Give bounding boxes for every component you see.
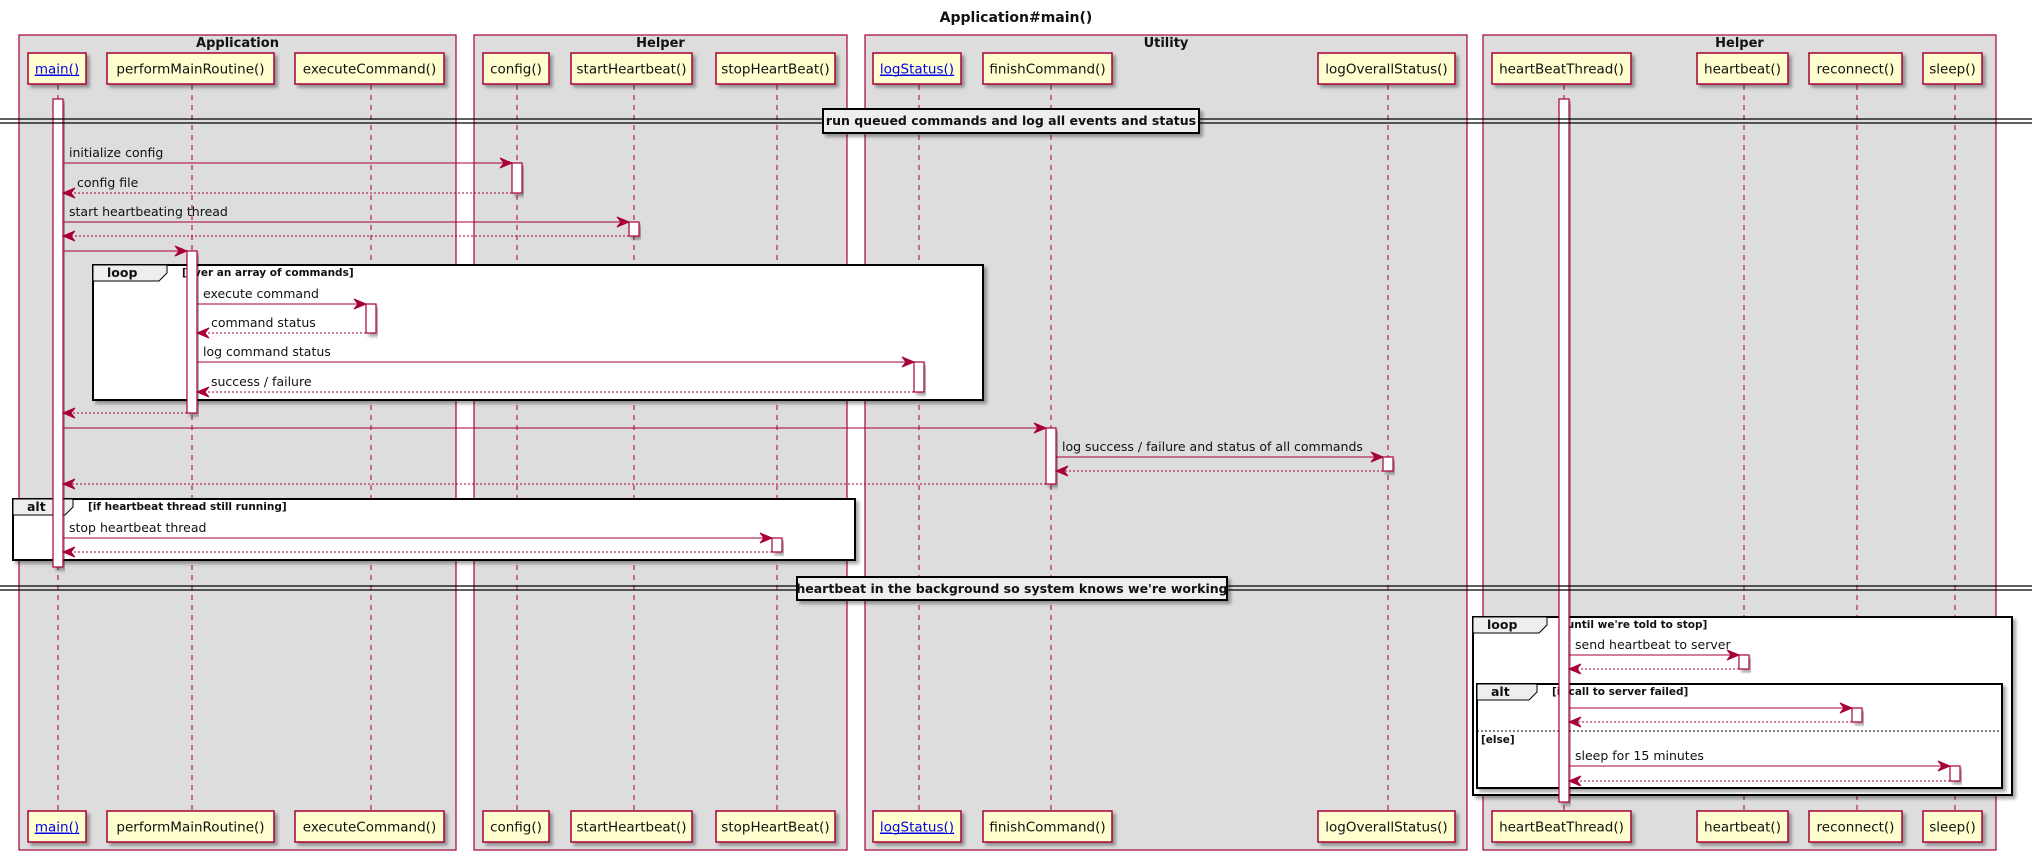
participant-stopHb-bottom: stopHeartBeat() (715, 810, 836, 843)
divider-label: run queued commands and log all events a… (826, 113, 1196, 128)
frame-condition: [over an array of commands] (182, 267, 354, 279)
participant-label: executeCommand() (303, 820, 436, 836)
group-box-helper (473, 34, 848, 851)
participant-main-top[interactable]: main() (27, 52, 87, 85)
participant-label: performMainRoutine() (116, 820, 264, 836)
group-title: Application (196, 36, 279, 51)
participant-main-bottom[interactable]: main() (27, 810, 87, 843)
participant-label: heartBeatThread() (1499, 62, 1624, 78)
frame-condition: [until we're told to stop] (1562, 619, 1707, 631)
group-title: Helper (1715, 36, 1764, 51)
participant-label: sleep() (1929, 62, 1976, 78)
message-label: success / failure (211, 374, 312, 389)
sequence-diagram: Application#main() Application Helper Util… (0, 10, 2032, 851)
participant-pmr-top: performMainRoutine() (106, 52, 275, 85)
activation-bar-config (511, 162, 523, 194)
participant-finish-bottom: finishCommand() (982, 810, 1113, 843)
participant-stopHb-top: stopHeartBeat() (715, 52, 836, 85)
participant-logStatus-top[interactable]: logStatus() (872, 52, 962, 85)
divider-label: heartbeat in the background so system kn… (796, 581, 1227, 596)
participant-logStatus-bottom[interactable]: logStatus() (872, 810, 962, 843)
frame-condition: [if call to server failed] (1552, 686, 1688, 698)
participant-label: stopHeartBeat() (721, 820, 829, 836)
participant-label: finishCommand() (989, 820, 1105, 836)
participant-pmr-bottom: performMainRoutine() (106, 810, 275, 843)
participant-sleep-top: sleep() (1922, 52, 1983, 85)
participant-label: finishCommand() (989, 62, 1105, 78)
activation-bar-logOverall (1382, 456, 1394, 472)
activation-bar-exec (365, 303, 377, 334)
participant-config-top: config() (482, 52, 550, 85)
participant-exec-bottom: executeCommand() (294, 810, 445, 843)
participant-startHb-bottom: startHeartbeat() (570, 810, 693, 843)
participant-hbThread-top: heartBeatThread() (1491, 52, 1632, 85)
group-title: Helper (636, 36, 685, 51)
message-label: log command status (203, 344, 331, 359)
frame-else-label: [else] (1481, 734, 1515, 746)
participant-label: heartBeatThread() (1499, 820, 1624, 836)
activation-bar-main (52, 98, 64, 568)
frame-keyword: alt (1491, 684, 1510, 699)
activation-bar-reconnect (1851, 707, 1863, 723)
participant-label: heartbeat() (1704, 820, 1781, 836)
participant-label: startHeartbeat() (577, 820, 687, 836)
frame-keyword: loop (107, 265, 137, 280)
message-label: start heartbeating thread (69, 204, 228, 219)
participant-label: sleep() (1929, 820, 1976, 836)
diagram-title: Application#main() (940, 10, 1093, 26)
message-label: config file (77, 175, 139, 190)
participant-label: heartbeat() (1704, 62, 1781, 78)
participant-logOverall-bottom: logOverallStatus() (1317, 810, 1456, 843)
frame-keyword: loop (1487, 617, 1517, 632)
frame-condition: [if heartbeat thread still running] (88, 501, 287, 513)
activation-bar-logStatus (913, 361, 925, 393)
participant-label: reconnect() (1817, 62, 1895, 78)
participant-sleep-bottom: sleep() (1922, 810, 1983, 843)
activation-bar-startHb (628, 221, 640, 237)
participant-logOverall-top: logOverallStatus() (1317, 52, 1456, 85)
participant-label: stopHeartBeat() (721, 62, 829, 78)
participant-exec-top: executeCommand() (294, 52, 445, 85)
activation-bar-stopHb (771, 537, 783, 553)
participant-label: logOverallStatus() (1325, 820, 1447, 836)
group-title: Utility (1144, 36, 1189, 51)
message-label: log success / failure and status of all … (1062, 439, 1363, 454)
message-label: execute command (203, 286, 319, 301)
participant-heartbeat-bottom: heartbeat() (1696, 810, 1789, 843)
frame-keyword: alt (27, 499, 46, 514)
participant-label: config() (490, 62, 542, 78)
frame-alt: alt [if call to server failed] [else] (1476, 683, 2003, 789)
participant-label: reconnect() (1817, 820, 1895, 836)
message-label: sleep for 15 minutes (1575, 748, 1704, 763)
participant-label: executeCommand() (303, 62, 436, 78)
participant-reconnect-top: reconnect() (1808, 52, 1903, 85)
participant-reconnect-bottom: reconnect() (1808, 810, 1903, 843)
participant-heartbeat-top: heartbeat() (1696, 52, 1789, 85)
activation-bar-heartbeat (1738, 654, 1750, 670)
activation-bar-finish (1045, 427, 1057, 485)
activation-bar-pmr (186, 250, 198, 414)
activation-bar-sleep (1949, 765, 1961, 782)
participant-label: startHeartbeat() (577, 62, 687, 78)
message-label: command status (211, 315, 316, 330)
participant-hbThread-bottom: heartBeatThread() (1491, 810, 1632, 843)
frame-box (1476, 683, 2003, 789)
participant-finish-top: finishCommand() (982, 52, 1113, 85)
participant-config-bottom: config() (482, 810, 550, 843)
participant-startHb-top: startHeartbeat() (570, 52, 693, 85)
message-label: send heartbeat to server (1575, 637, 1731, 652)
activation-bar-hbThread (1558, 98, 1570, 803)
participant-label: performMainRoutine() (116, 62, 264, 78)
message-label: stop heartbeat thread (69, 520, 206, 535)
message-label: initialize config (69, 145, 163, 160)
participant-label: config() (490, 820, 542, 836)
participant-label: logOverallStatus() (1325, 62, 1447, 78)
